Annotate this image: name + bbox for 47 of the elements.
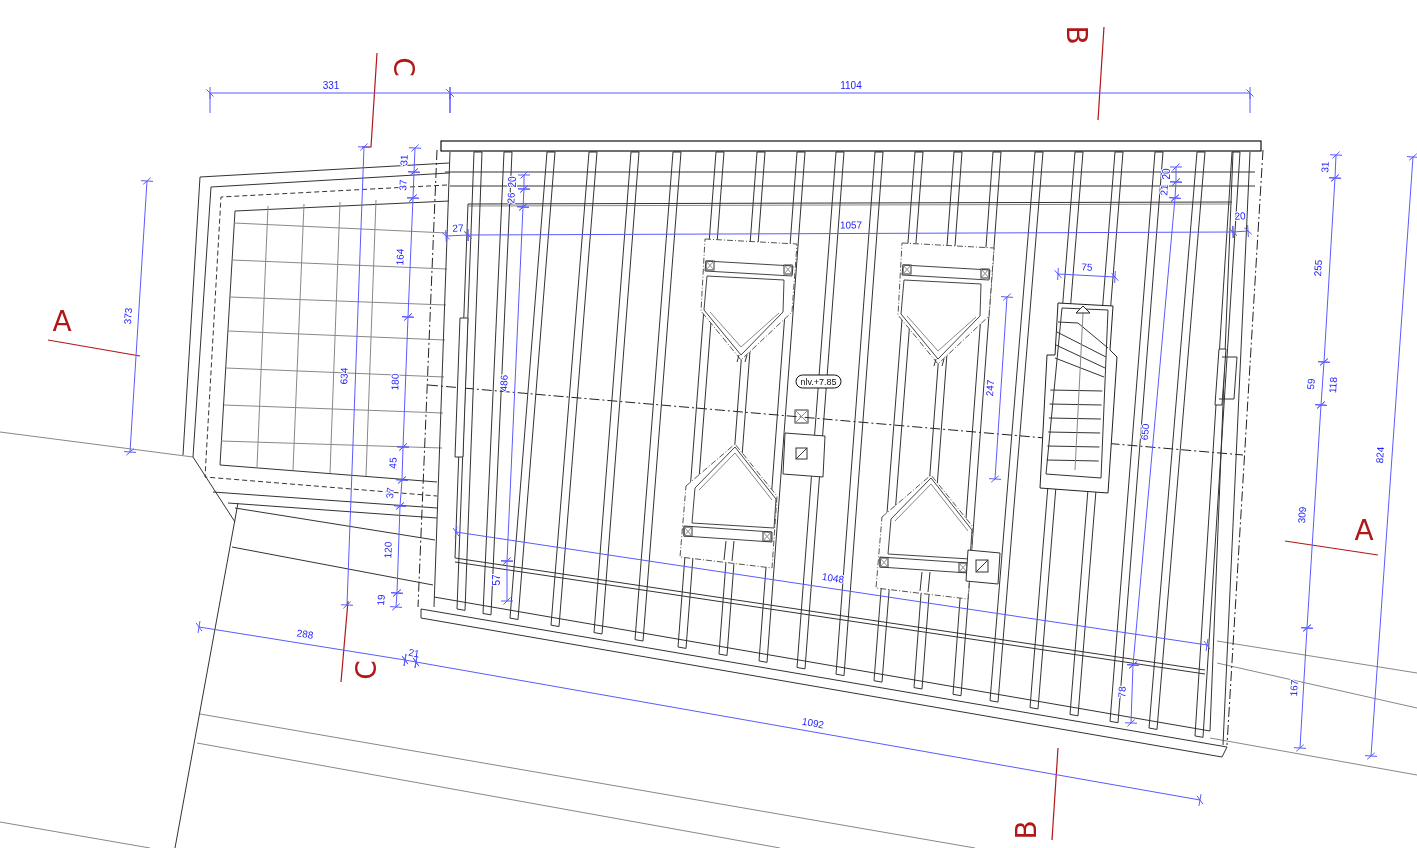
dimension-label: 26 xyxy=(505,192,517,204)
dimension-label: 37 xyxy=(384,487,396,499)
section-label: B xyxy=(1009,820,1043,840)
dimension-label: 1048 xyxy=(821,570,845,586)
dimension-label: 31 xyxy=(1319,161,1331,173)
dimension-label: 20 xyxy=(506,176,518,188)
dimension-label: 486 xyxy=(498,374,510,392)
roof-vent xyxy=(794,409,809,424)
dimension-label: 288 xyxy=(295,627,315,641)
section-label: A xyxy=(1354,513,1374,547)
chimney xyxy=(965,549,1001,585)
dimension-label: 75 xyxy=(1081,261,1093,273)
chimney xyxy=(782,432,826,478)
dimension-label: 634 xyxy=(338,367,350,385)
dimension-label: 37 xyxy=(397,179,409,191)
dimension-label: 309 xyxy=(1296,506,1308,524)
dimension-label: 247 xyxy=(983,379,997,397)
dimension-label: 180 xyxy=(389,373,401,391)
dimension-label: 45 xyxy=(387,457,399,469)
dimension-label: 331 xyxy=(322,79,340,91)
dimension-label: 21 xyxy=(407,646,421,660)
dimension-label: 373 xyxy=(122,307,134,325)
dimension-label: 650 xyxy=(1138,423,1152,441)
dimension-label: 19 xyxy=(375,594,387,606)
section-label: B xyxy=(1059,25,1093,45)
dimension-label: 255 xyxy=(1312,259,1324,277)
dimension-label: 118 xyxy=(1326,376,1340,394)
dimension-label: 59 xyxy=(1305,378,1317,390)
dimension-label: 1092 xyxy=(801,715,825,731)
section-label: A xyxy=(52,304,72,338)
dimension-label: 31 xyxy=(398,154,410,166)
section-label: C xyxy=(386,57,420,77)
window-frame xyxy=(1214,348,1238,406)
dimension-label: 1104 xyxy=(840,79,862,91)
dimension-label: 20 xyxy=(1234,210,1246,222)
dimension-label: 20 xyxy=(1160,168,1172,180)
dimension-label: 21 xyxy=(1158,184,1170,196)
section-label: C xyxy=(349,660,383,680)
dimension-label: 164 xyxy=(394,248,406,266)
dimension-label: 57 xyxy=(490,574,502,586)
dimension-label: 167 xyxy=(1288,679,1300,697)
level-tag: nlv.+7.85 xyxy=(795,374,842,389)
dimension-label: 120 xyxy=(382,541,394,559)
dimension-label: 27 xyxy=(452,222,464,234)
dimension-label: 824 xyxy=(1373,446,1387,464)
dimension-label: 78 xyxy=(1116,686,1128,698)
dimension-label: 1057 xyxy=(839,219,863,231)
